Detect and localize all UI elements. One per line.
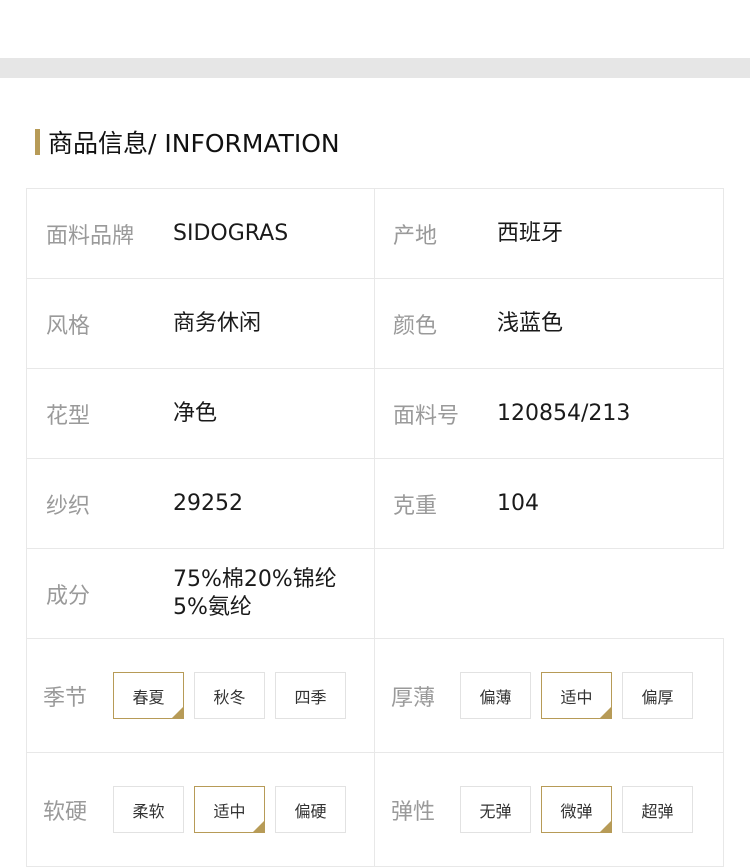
info-cell-style: 风格 商务休闲 xyxy=(26,278,375,369)
section-divider-band xyxy=(0,58,750,78)
table-row: 面料品牌 SIDOGRAS 产地 西班牙 xyxy=(26,188,724,279)
selected-corner-icon xyxy=(599,820,611,832)
option-group: 弹性 无弹 微弹 超弹 xyxy=(375,753,723,866)
option-cell-season: 季节 春夏 秋冬 四季 xyxy=(26,638,375,753)
option-chip-selected[interactable]: 适中 xyxy=(194,786,265,833)
info-value: 29252 xyxy=(173,490,243,516)
chip-label: 偏薄 xyxy=(479,687,512,707)
option-cell-thickness: 厚薄 偏薄 适中 偏厚 xyxy=(374,638,724,753)
info-cell-empty xyxy=(374,548,724,639)
table-row: 风格 商务休闲 颜色 浅蓝色 xyxy=(26,278,724,369)
info-value: 104 xyxy=(497,490,539,516)
chip-label: 秋冬 xyxy=(213,687,246,707)
option-label: 软硬 xyxy=(43,799,88,825)
info-value: 120854/213 xyxy=(497,400,631,426)
info-value: 净色 xyxy=(173,400,218,426)
info-cell-fabric-brand: 面料品牌 SIDOGRAS xyxy=(26,188,375,279)
option-cell-elasticity: 弹性 无弹 微弹 超弹 xyxy=(374,752,724,867)
option-chip[interactable]: 偏薄 xyxy=(460,672,531,719)
option-chip[interactable]: 偏硬 xyxy=(275,786,346,833)
table-row: 季节 春夏 秋冬 四季 厚薄 偏薄 适中 偏厚 xyxy=(26,638,724,753)
option-cell-softness: 软硬 柔软 适中 偏硬 xyxy=(26,752,375,867)
selected-corner-icon xyxy=(599,706,611,718)
section-header: 商品信息/ INFORMATION xyxy=(35,126,340,158)
product-info-table: 面料品牌 SIDOGRAS 产地 西班牙 风格 商务休闲 颜色 浅蓝色 花型 净… xyxy=(26,188,724,639)
table-row: 花型 净色 面料号 120854/213 xyxy=(26,368,724,459)
chip-label: 四季 xyxy=(294,687,327,707)
option-label: 弹性 xyxy=(391,799,436,825)
chip-label: 偏厚 xyxy=(641,687,674,707)
option-chip[interactable]: 秋冬 xyxy=(194,672,265,719)
chip-label: 超弹 xyxy=(641,801,674,821)
option-group: 季节 春夏 秋冬 四季 xyxy=(27,639,374,752)
section-title: 商品信息/ INFORMATION xyxy=(48,129,340,158)
option-group: 软硬 柔软 适中 偏硬 xyxy=(27,753,374,866)
info-label: 成分 xyxy=(46,583,91,609)
info-label: 风格 xyxy=(46,313,91,339)
info-value: SIDOGRAS xyxy=(173,220,289,246)
info-value: 浅蓝色 xyxy=(497,310,564,336)
option-chip-selected[interactable]: 适中 xyxy=(541,672,612,719)
info-cell-weight: 克重 104 xyxy=(374,458,724,549)
chip-label: 无弹 xyxy=(479,801,512,821)
chip-label: 微弹 xyxy=(560,801,593,821)
table-row: 成分 75%棉20%锦纶 5%氨纶 xyxy=(26,548,724,639)
info-label: 颜色 xyxy=(393,313,438,339)
info-cell-color: 颜色 浅蓝色 xyxy=(374,278,724,369)
option-chip[interactable]: 超弹 xyxy=(622,786,693,833)
option-chip[interactable]: 偏厚 xyxy=(622,672,693,719)
info-label: 克重 xyxy=(393,493,438,519)
info-value: 商务休闲 xyxy=(173,310,262,336)
option-chip[interactable]: 无弹 xyxy=(460,786,531,833)
info-value: 75%棉20%锦纶 5%氨纶 xyxy=(173,566,337,620)
info-value: 西班牙 xyxy=(497,220,564,246)
chip-label: 偏硬 xyxy=(294,801,327,821)
selected-corner-icon xyxy=(252,820,264,832)
option-label: 厚薄 xyxy=(391,685,436,711)
chip-label: 适中 xyxy=(213,801,246,821)
info-label: 产地 xyxy=(393,223,438,249)
info-label: 面料品牌 xyxy=(46,223,135,249)
table-row: 软硬 柔软 适中 偏硬 弹性 无弹 微弹 超弹 xyxy=(26,752,724,867)
chip-label: 适中 xyxy=(560,687,593,707)
chip-label: 春夏 xyxy=(132,687,165,707)
info-label: 面料号 xyxy=(393,403,460,429)
option-chip-selected[interactable]: 春夏 xyxy=(113,672,184,719)
attribute-options-table: 季节 春夏 秋冬 四季 厚薄 偏薄 适中 偏厚 软硬 柔软 适中 偏硬 弹性 无… xyxy=(26,638,724,867)
table-row: 纱织 29252 克重 104 xyxy=(26,458,724,549)
section-accent-bar xyxy=(35,129,40,155)
option-chip-selected[interactable]: 微弹 xyxy=(541,786,612,833)
info-cell-fabric-no: 面料号 120854/213 xyxy=(374,368,724,459)
info-cell-pattern: 花型 净色 xyxy=(26,368,375,459)
info-cell-composition: 成分 75%棉20%锦纶 5%氨纶 xyxy=(26,548,375,639)
info-cell-origin: 产地 西班牙 xyxy=(374,188,724,279)
option-chip[interactable]: 四季 xyxy=(275,672,346,719)
option-group: 厚薄 偏薄 适中 偏厚 xyxy=(375,639,723,752)
info-label: 纱织 xyxy=(46,493,91,519)
chip-label: 柔软 xyxy=(132,801,165,821)
product-info-page: 商品信息/ INFORMATION 面料品牌 SIDOGRAS 产地 西班牙 风… xyxy=(0,0,750,867)
option-chip[interactable]: 柔软 xyxy=(113,786,184,833)
info-cell-yarn: 纱织 29252 xyxy=(26,458,375,549)
option-label: 季节 xyxy=(43,685,88,711)
info-label: 花型 xyxy=(46,403,91,429)
selected-corner-icon xyxy=(171,706,183,718)
